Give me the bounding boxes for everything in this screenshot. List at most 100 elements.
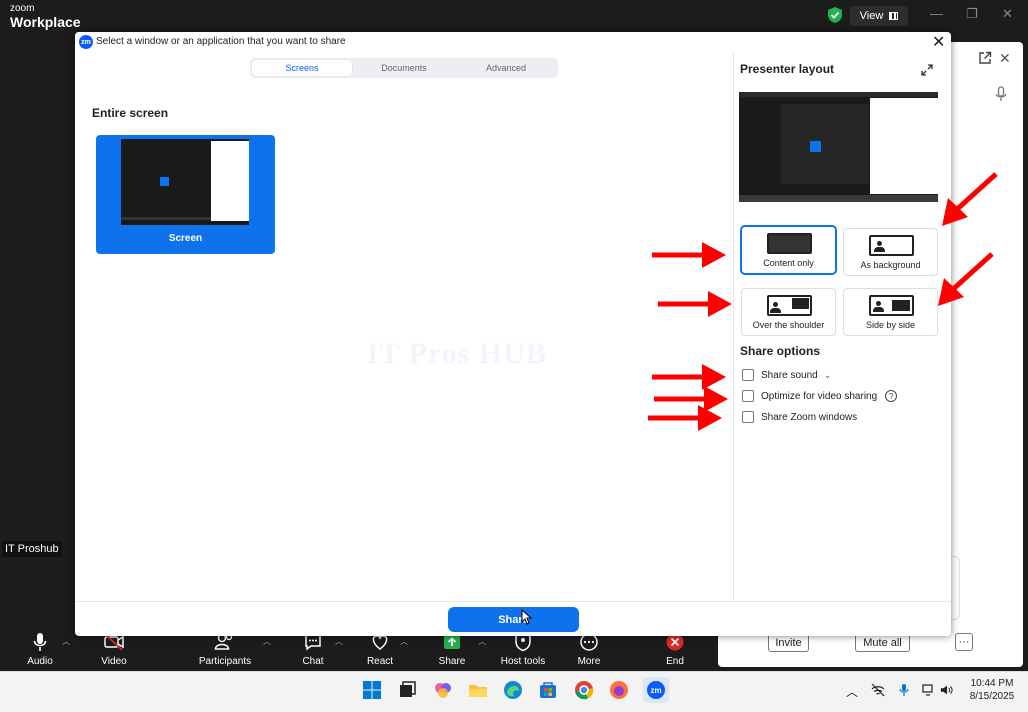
microphone-tray-icon[interactable] — [897, 683, 911, 697]
zoom-brand-bottom: Workplace — [10, 14, 81, 30]
share-caret-icon[interactable]: ︿ — [478, 636, 486, 647]
react-caret-icon[interactable]: ︿ — [400, 636, 408, 647]
layout-content-only[interactable]: Content only — [741, 226, 836, 274]
as-background-icon — [869, 235, 914, 256]
layout-side-by-side[interactable]: Side by side — [843, 288, 938, 336]
optimize-video-label: Optimize for video sharing — [761, 390, 878, 402]
zoom-logo: zoom Workplace — [10, 3, 81, 30]
copilot-icon[interactable] — [433, 680, 453, 700]
more-button[interactable]: More — [554, 632, 624, 667]
screen-option-card[interactable]: Screen — [96, 135, 275, 254]
annotation-arrow-icon — [942, 172, 998, 226]
end-button[interactable]: End — [640, 632, 710, 667]
restore-icon[interactable]: ❐ — [966, 6, 978, 22]
share-sound-label: Share sound — [761, 369, 818, 381]
mic-icon — [995, 86, 1007, 101]
panel-close-icon[interactable]: ✕ — [999, 50, 1011, 67]
chrome-icon[interactable] — [574, 680, 594, 700]
entire-screen-heading: Entire screen — [92, 106, 169, 120]
network-icon[interactable] — [871, 683, 885, 697]
layout-over-the-shoulder[interactable]: Over the shoulder — [741, 288, 836, 336]
display-tray-icon[interactable] — [922, 683, 936, 697]
presenter-layout-heading: Presenter layout — [740, 62, 835, 76]
annotation-arrow-icon — [658, 291, 732, 317]
participants-button[interactable]: Participants — [190, 632, 260, 667]
share-options-heading: Share options — [740, 344, 821, 358]
participants-label: Participants — [198, 656, 252, 667]
side-by-side-icon — [869, 295, 914, 316]
system-clock[interactable]: 10:44 PM 8/15/2025 — [962, 677, 1022, 703]
volume-icon[interactable] — [940, 683, 954, 697]
screen-thumbnail — [121, 139, 249, 225]
optimize-video-checkbox[interactable] — [742, 390, 754, 402]
share-toolbar-button[interactable]: Share — [417, 632, 487, 667]
chevron-down-icon[interactable]: ⌄ — [824, 370, 832, 381]
view-label: View — [859, 10, 884, 22]
store-icon[interactable] — [538, 680, 558, 700]
share-zoom-windows-label: Share Zoom windows — [761, 411, 858, 423]
share-sound-option[interactable]: Share sound ⌄ — [742, 368, 831, 382]
expand-icon[interactable] — [921, 64, 933, 76]
zoom-taskbar-button[interactable]: zm — [643, 677, 669, 703]
screen-label: Screen — [168, 233, 203, 244]
end-label: End — [666, 656, 684, 667]
dialog-titlebar: zm Select a window or an application tha… — [75, 32, 951, 52]
tab-screens[interactable]: Screens — [252, 60, 352, 76]
minimize-icon[interactable]: — — [930, 6, 943, 21]
tray-overflow-icon[interactable]: ︿ — [846, 683, 860, 699]
task-view-icon[interactable] — [397, 680, 417, 700]
participants-caret-icon[interactable]: ︿ — [263, 636, 271, 647]
share-zoom-windows-checkbox[interactable] — [742, 411, 754, 423]
host-tools-button[interactable]: Host tools — [488, 632, 558, 667]
clock-date: 8/15/2025 — [969, 691, 1015, 702]
over-the-shoulder-icon — [767, 295, 812, 316]
close-window-icon[interactable]: ✕ — [1002, 6, 1013, 22]
zoom-brand-top: zoom — [10, 3, 35, 14]
zoom-titlebar: zoom Workplace View — ❐ ✕ — [0, 0, 1028, 32]
mouse-cursor-icon — [521, 609, 533, 625]
tab-documents[interactable]: Documents — [354, 60, 454, 76]
annotation-arrow-icon — [648, 405, 722, 431]
share-zoom-windows-option[interactable]: Share Zoom windows — [742, 410, 857, 424]
panel-more-button[interactable]: ··· — [955, 633, 973, 651]
video-label: Video — [101, 656, 127, 667]
react-label: React — [366, 656, 394, 667]
dialog-title: Select a window or an application that y… — [96, 36, 346, 47]
zoom-logo-icon: zm — [79, 35, 93, 49]
more-label: More — [577, 656, 601, 667]
share-label: Share — [438, 656, 466, 667]
share-tabs: Screens Documents Advanced — [250, 58, 558, 78]
mic-icon — [33, 633, 47, 651]
audio-caret-icon[interactable]: ︿ — [62, 636, 70, 647]
dialog-close-icon[interactable]: ✕ — [932, 32, 945, 52]
help-icon[interactable]: ? — [885, 390, 898, 402]
popout-icon[interactable] — [978, 51, 992, 65]
footer-divider — [75, 601, 951, 602]
layout-preview — [739, 92, 938, 202]
video-button[interactable]: Video — [79, 632, 149, 667]
file-explorer-icon[interactable] — [468, 680, 488, 700]
share-sound-checkbox[interactable] — [742, 369, 754, 381]
chat-caret-icon[interactable]: ︿ — [335, 636, 343, 647]
edge-browser-icon[interactable] — [503, 680, 523, 700]
layout-label: Over the shoulder — [752, 320, 825, 330]
clock-time: 10:44 PM — [970, 678, 1014, 689]
security-shield-icon[interactable] — [826, 6, 844, 24]
host-tools-label: Host tools — [500, 656, 546, 667]
annotation-arrow-icon — [938, 252, 994, 306]
layout-as-background[interactable]: As background — [843, 228, 938, 276]
participant-name-tag: IT Proshub — [2, 541, 62, 557]
share-button[interactable]: Share — [448, 607, 579, 632]
view-button[interactable]: View — [850, 6, 908, 26]
layout-label: As background — [860, 260, 921, 270]
content-only-icon — [767, 233, 812, 254]
panel-divider — [733, 52, 734, 602]
windows-start-icon[interactable] — [362, 680, 382, 700]
annotation-arrow-icon — [652, 242, 726, 268]
optimize-video-option[interactable]: Optimize for video sharing ? — [742, 389, 898, 403]
layout-label: Side by side — [865, 320, 916, 330]
firefox-icon[interactable] — [609, 680, 629, 700]
chat-label: Chat — [302, 656, 324, 667]
panel-frame — [950, 556, 960, 620]
tab-advanced[interactable]: Advanced — [456, 60, 556, 76]
